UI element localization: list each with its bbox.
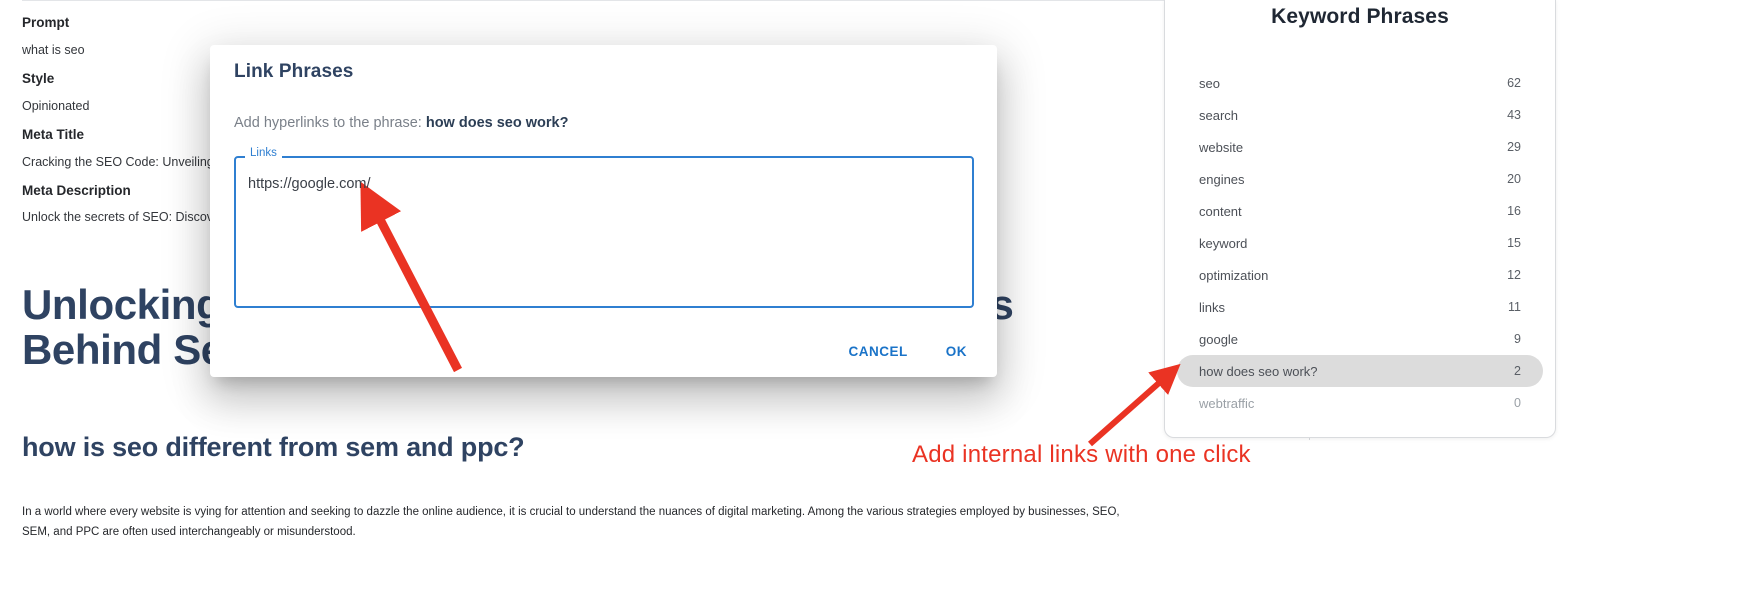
keyword-phrase-label: how does seo work?	[1199, 363, 1318, 379]
keyword-row[interactable]: search 43	[1177, 99, 1543, 131]
article-editor-pane: Prompt what is seo Style Opinionated Met…	[0, 0, 1255, 608]
keyword-row[interactable]: google 9	[1177, 323, 1543, 355]
keyword-count: 15	[1507, 236, 1521, 250]
keyword-row[interactable]: keyword 15	[1177, 227, 1543, 259]
keyword-count: 0	[1514, 396, 1521, 410]
links-input[interactable]: https://google.com/	[248, 174, 960, 194]
keyword-row[interactable]: engines 20	[1177, 163, 1543, 195]
dialog-subtitle-phrase: how does seo work?	[425, 115, 569, 131]
keyword-phrase-label: website	[1199, 139, 1244, 155]
keyword-phrase-label: links	[1199, 299, 1226, 315]
keyword-phrases-list: seo 62 search 43 website 29 engines 20 content 16…	[1165, 67, 1555, 419]
cancel-button[interactable]: CANCEL	[837, 336, 920, 367]
keyword-phrases-panel: Keyword Phrases seo 62 search 43 website 29 en…	[1164, 0, 1556, 438]
links-field-legend: Links	[245, 147, 282, 160]
keyword-row[interactable]: how does seo work? 2	[1177, 355, 1543, 387]
keyword-phrase-label: engines	[1199, 171, 1245, 187]
top-divider	[22, 0, 1242, 1]
keyword-row[interactable]: seo 62	[1177, 67, 1543, 99]
keyword-count: 43	[1507, 108, 1521, 122]
keyword-count: 2	[1514, 364, 1521, 378]
keyword-count: 16	[1507, 204, 1521, 218]
link-phrases-dialog: Link Phrases Add hyperlinks to the phras…	[210, 45, 997, 377]
keyword-phrase-label: content	[1199, 203, 1242, 219]
ok-button[interactable]: OK	[934, 336, 979, 367]
links-field[interactable]: Links https://google.com/	[234, 147, 974, 308]
keyword-count: 62	[1507, 76, 1521, 90]
keyword-phrase-label: webtraffic	[1199, 395, 1255, 411]
keyword-phrase-label: optimization	[1199, 267, 1269, 283]
keyword-row[interactable]: content 16	[1177, 195, 1543, 227]
keyword-phrases-title: Keyword Phrases	[1271, 5, 1449, 28]
dialog-subtitle-prefix: Add hyperlinks to the phrase:	[234, 115, 422, 131]
dialog-title: Link Phrases	[234, 61, 354, 82]
dialog-actions: CANCEL OK	[837, 336, 980, 367]
meta-label-prompt: Prompt	[22, 15, 70, 30]
keyword-count: 29	[1507, 140, 1521, 154]
keyword-count: 9	[1514, 332, 1521, 346]
dialog-subtitle: Add hyperlinks to the phrase: how does s…	[234, 115, 568, 131]
keyword-row[interactable]: optimization 12	[1177, 259, 1543, 291]
article-heading-2: how is seo different from sem and ppc?	[22, 432, 525, 462]
keyword-row[interactable]: website 29	[1177, 131, 1543, 163]
keyword-count: 11	[1508, 300, 1521, 314]
article-paragraph: In a world where every website is vying …	[22, 506, 1120, 539]
screenshot-root: Prompt what is seo Style Opinionated Met…	[0, 0, 1763, 608]
keyword-count: 20	[1507, 172, 1521, 186]
keyword-row[interactable]: webtraffic 0	[1177, 387, 1543, 419]
keyword-phrase-label: search	[1199, 107, 1239, 123]
keyword-phrase-label: keyword	[1199, 235, 1248, 251]
keyword-phrase-label: seo	[1199, 75, 1220, 91]
keyword-row[interactable]: links 11	[1177, 291, 1543, 323]
keyword-count: 12	[1507, 268, 1521, 282]
keyword-phrase-label: google	[1199, 331, 1239, 347]
